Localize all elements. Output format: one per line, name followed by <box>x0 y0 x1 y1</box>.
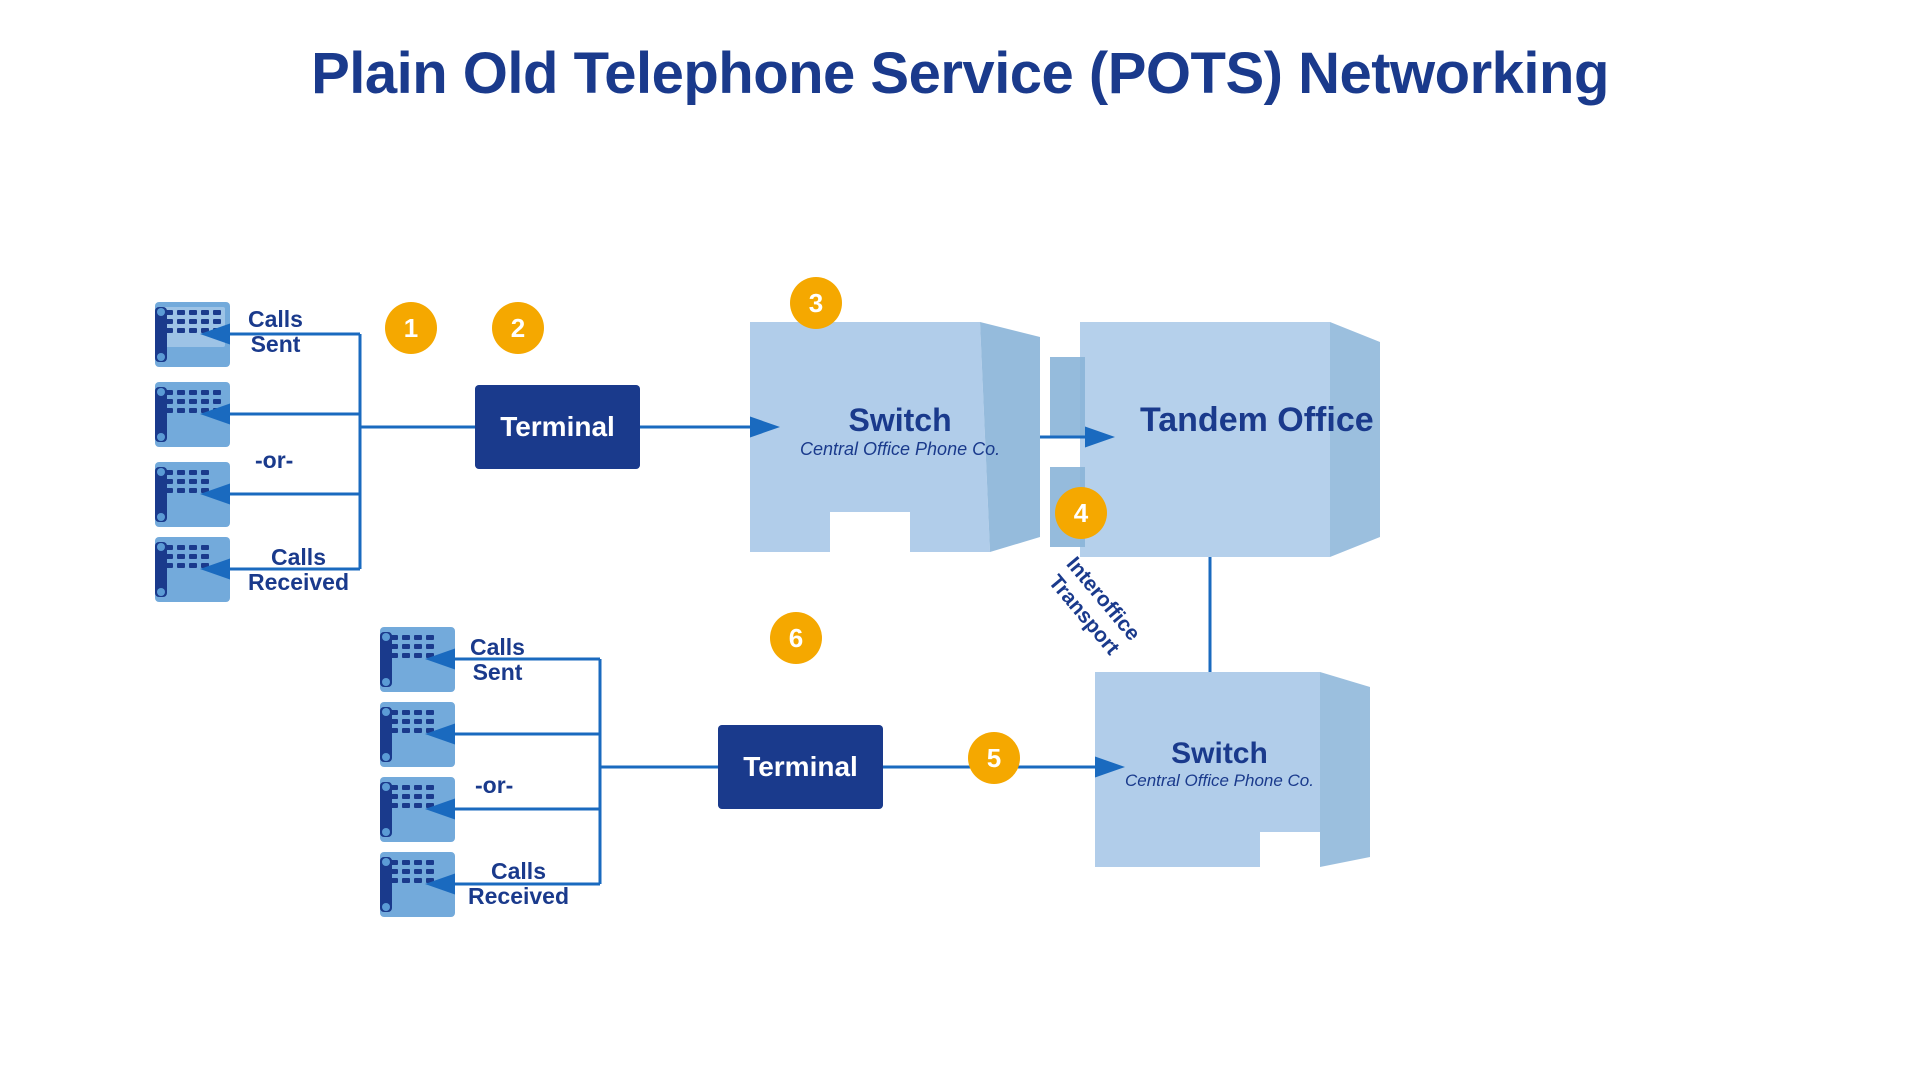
interoffice-transport-label: InterofficeTransport <box>1041 552 1145 662</box>
badge-6: 6 <box>770 612 822 664</box>
diagram-area: 1 2 3 4 5 6 Terminal Terminal Switch Cen… <box>0 137 1920 1037</box>
calls-sent-bottom-label: CallsSent <box>470 635 525 686</box>
page-title: Plain Old Telephone Service (POTS) Netwo… <box>0 0 1920 137</box>
switch-bottom-subtitle: Central Office Phone Co. <box>1125 771 1314 791</box>
switch-top-title: Switch <box>800 402 1000 439</box>
tandem-office-label: Tandem Office <box>1140 402 1374 439</box>
terminal-2-box: Terminal <box>718 725 883 809</box>
page-container: Plain Old Telephone Service (POTS) Netwo… <box>0 0 1920 1037</box>
terminal-1-box: Terminal <box>475 385 640 469</box>
badge-3: 3 <box>790 277 842 329</box>
badge-2: 2 <box>492 302 544 354</box>
switch-top-label: Switch Central Office Phone Co. <box>800 402 1000 460</box>
switch-bottom-title: Switch <box>1125 737 1314 771</box>
badge-5: 5 <box>968 732 1020 784</box>
badge-4: 4 <box>1055 487 1107 539</box>
calls-sent-top-label: CallsSent <box>248 307 303 358</box>
or-bottom-label: -or- <box>475 772 513 799</box>
calls-received-top-label: CallsReceived <box>248 545 349 596</box>
calls-received-bottom-label: CallsReceived <box>468 859 569 910</box>
terminal-1-label: Terminal <box>500 411 615 443</box>
tandem-title: Tandem Office <box>1140 402 1374 439</box>
terminal-2-label: Terminal <box>743 751 858 783</box>
switch-top-subtitle: Central Office Phone Co. <box>800 439 1000 460</box>
badge-1: 1 <box>385 302 437 354</box>
switch-bottom-label: Switch Central Office Phone Co. <box>1125 737 1314 791</box>
or-top-label: -or- <box>255 447 293 474</box>
